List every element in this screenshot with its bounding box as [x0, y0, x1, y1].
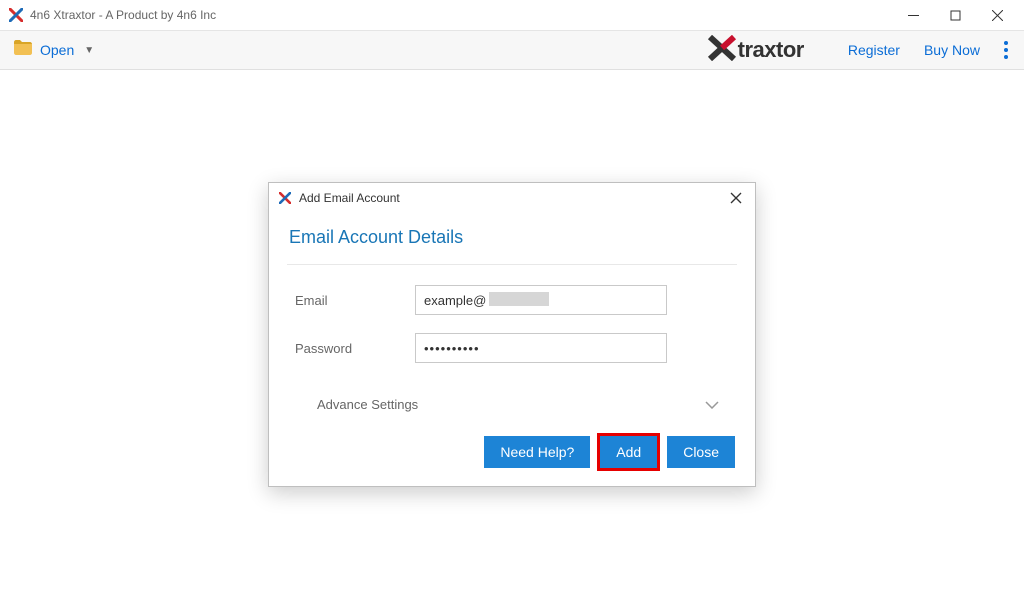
dialog-close-button[interactable] — [727, 189, 745, 207]
brand-text: traxtor — [738, 37, 804, 63]
chevron-down-icon — [705, 397, 729, 412]
folder-icon — [14, 40, 32, 60]
maximize-button[interactable] — [934, 1, 976, 29]
email-row: Email — [287, 285, 737, 315]
app-icon — [279, 191, 293, 205]
advance-settings-toggle[interactable]: Advance Settings — [287, 381, 737, 436]
add-button[interactable]: Add — [600, 436, 657, 468]
open-menu-button[interactable]: Open ▼ — [14, 40, 94, 60]
app-icon — [8, 7, 24, 23]
window-title: 4n6 Xtraxtor - A Product by 4n6 Inc — [30, 8, 892, 22]
divider — [287, 264, 737, 265]
need-help-button[interactable]: Need Help? — [484, 436, 590, 468]
brand-x-icon — [708, 35, 738, 66]
toolbar: Open ▼ traxtor Register Buy Now — [0, 30, 1024, 70]
password-row: Password — [287, 333, 737, 363]
close-dialog-button[interactable]: Close — [667, 436, 735, 468]
chevron-down-icon: ▼ — [84, 45, 94, 56]
minimize-button[interactable] — [892, 1, 934, 29]
more-menu-button[interactable] — [998, 35, 1014, 65]
password-label: Password — [287, 341, 415, 356]
dialog-titlebar: Add Email Account — [269, 183, 755, 213]
advance-settings-label: Advance Settings — [317, 397, 418, 412]
dialog-title: Add Email Account — [299, 191, 727, 205]
email-label: Email — [287, 293, 415, 308]
close-button[interactable] — [976, 1, 1018, 29]
window-titlebar: 4n6 Xtraxtor - A Product by 4n6 Inc — [0, 0, 1024, 30]
add-email-account-dialog: Add Email Account Email Account Details … — [268, 182, 756, 487]
brand-logo: traxtor — [708, 35, 804, 66]
dialog-body: Email Account Details Email Password Adv… — [269, 213, 755, 486]
password-field[interactable] — [415, 333, 667, 363]
open-label: Open — [40, 42, 74, 58]
window-controls — [892, 1, 1018, 29]
register-link[interactable]: Register — [848, 42, 900, 58]
dialog-actions: Need Help? Add Close — [287, 436, 737, 468]
dialog-heading: Email Account Details — [287, 219, 737, 264]
buy-now-link[interactable]: Buy Now — [924, 42, 980, 58]
redacted-overlay — [489, 292, 549, 306]
